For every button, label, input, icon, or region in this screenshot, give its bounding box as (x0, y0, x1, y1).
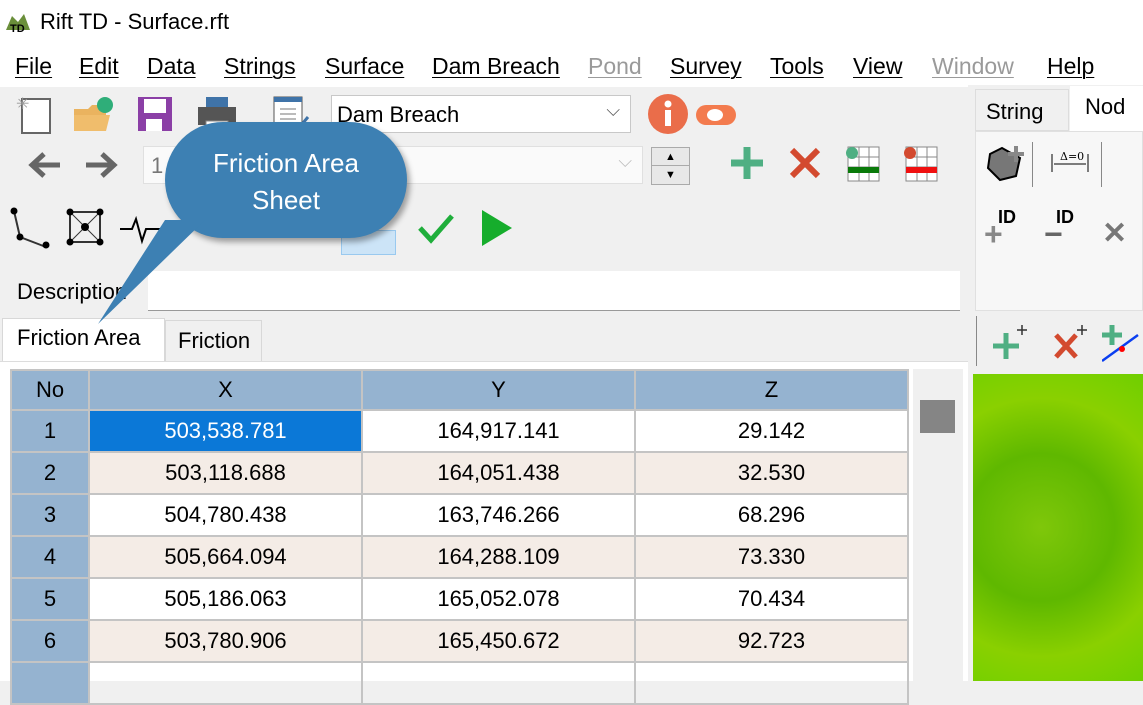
node-tools: Δ=0 ID + ID − ✕ (975, 131, 1143, 311)
column-header-y[interactable]: Y (361, 369, 636, 411)
divider (976, 316, 977, 366)
friction-area-table: No X Y Z 1 503,538.781 164,917.141 29.142 2… (10, 369, 909, 705)
polyline-icon[interactable] (8, 205, 52, 249)
menu-dam-breach[interactable]: Dam Breach (432, 53, 560, 80)
menu-tools[interactable]: Tools (770, 53, 824, 80)
record-spinner[interactable]: ▲ ▼ (651, 147, 690, 185)
cell-y[interactable]: 163,746.266 (361, 493, 636, 537)
check-icon[interactable] (416, 210, 456, 246)
cell-z[interactable]: 32.530 (634, 451, 909, 495)
row-number[interactable]: 6 (10, 619, 90, 663)
divider (1101, 142, 1102, 187)
table-row: 4 505,664.094 164,288.109 73.330 (10, 535, 909, 579)
cell-x[interactable]: 503,118.688 (88, 451, 363, 495)
row-number[interactable]: 4 (10, 535, 90, 579)
table-row: 3 504,780.438 163,746.266 68.296 (10, 493, 909, 537)
divider (1032, 142, 1033, 187)
menu-survey[interactable]: Survey (670, 53, 742, 80)
run-icon[interactable] (480, 208, 516, 248)
polygon-add-icon[interactable] (986, 144, 1028, 184)
menu-strings[interactable]: Strings (224, 53, 296, 80)
svg-text:TD: TD (10, 23, 25, 34)
minus-icon: − (1044, 216, 1063, 252)
mode-select[interactable]: Dam Breach ⌵ (331, 95, 631, 133)
cell-y[interactable]: 164,288.109 (361, 535, 636, 579)
row-number[interactable]: 2 (10, 451, 90, 495)
cell-z[interactable]: 68.296 (634, 493, 909, 537)
add-node-icon[interactable] (990, 323, 1030, 361)
title-bar: TD Rift TD - Surface.rft (0, 0, 1143, 45)
plus-icon: + (984, 216, 1003, 252)
delete-node-icon[interactable] (1050, 323, 1090, 361)
insert-node-icon[interactable] (1102, 323, 1143, 363)
save-icon[interactable] (136, 95, 176, 135)
menu-edit[interactable]: Edit (79, 53, 119, 80)
menu-surface[interactable]: Surface (325, 53, 404, 80)
table-row: 5 505,186.063 165,052.078 70.434 (10, 577, 909, 621)
back-arrow-icon[interactable] (24, 148, 64, 182)
toggle-icon[interactable] (695, 103, 737, 127)
chevron-down-icon: ⌵ (606, 100, 620, 120)
cell-x[interactable]: 503,538.781 (88, 409, 363, 453)
new-file-icon[interactable]: ✳ (14, 95, 54, 135)
cell-z[interactable]: 73.330 (634, 535, 909, 579)
spin-down-icon[interactable]: ▼ (652, 166, 689, 184)
menu-file[interactable]: File (15, 53, 52, 80)
description-input[interactable] (148, 271, 960, 311)
cell-z[interactable]: 92.723 (634, 619, 909, 663)
column-header-no[interactable]: No (10, 369, 90, 411)
cell-x[interactable]: 505,186.063 (88, 577, 363, 621)
column-header-z[interactable]: Z (634, 369, 909, 411)
cell-y[interactable]: 165,052.078 (361, 577, 636, 621)
record-select-value: 1 (151, 153, 164, 178)
equal-spacing-icon[interactable]: Δ=0 (1048, 148, 1092, 178)
menu-window: Window (932, 53, 1014, 79)
surface-map[interactable] (973, 374, 1143, 681)
info-icon[interactable] (648, 94, 690, 136)
svg-text:Δ=0: Δ=0 (1060, 150, 1084, 163)
delete-row-icon[interactable] (903, 143, 939, 183)
open-folder-icon[interactable] (72, 95, 116, 135)
svg-text:✳: ✳ (16, 96, 29, 113)
cell-x[interactable]: 505,664.094 (88, 535, 363, 579)
menu-view[interactable]: View (853, 53, 902, 80)
scrollbar-thumb[interactable] (920, 400, 955, 433)
cell-z[interactable]: 70.434 (634, 577, 909, 621)
row-number[interactable]: 1 (10, 409, 90, 453)
cell-y[interactable]: 164,051.438 (361, 451, 636, 495)
spin-up-icon[interactable]: ▲ (652, 148, 689, 166)
cell-x[interactable]: 503,780.906 (88, 619, 363, 663)
row-number[interactable]: 3 (10, 493, 90, 537)
forward-arrow-icon[interactable] (82, 148, 122, 182)
cell-x[interactable]: 504,780.438 (88, 493, 363, 537)
table-row: 6 503,780.906 165,450.672 92.723 (10, 619, 909, 663)
table-row: 2 503,118.688 164,051.438 32.530 (10, 451, 909, 495)
cell-y[interactable]: 165,450.672 (361, 619, 636, 663)
menu-help[interactable]: Help (1047, 53, 1094, 80)
menu-bar: File Edit Data Strings Surface Dam Breac… (0, 45, 1143, 87)
column-header-x[interactable]: X (88, 369, 363, 411)
delete-id-icon[interactable]: ✕ (1102, 216, 1127, 251)
table-row: 1 503,538.781 164,917.141 29.142 (10, 409, 909, 453)
add-icon[interactable] (729, 145, 765, 181)
chevron-down-icon: ⌵ (618, 151, 632, 171)
table-row (10, 661, 909, 705)
cell-z[interactable]: 29.142 (634, 409, 909, 453)
window-title: Rift TD - Surface.rft (40, 9, 230, 34)
callout-line-1: Friction Area (213, 148, 359, 178)
add-row-icon[interactable] (845, 143, 881, 183)
tab-node[interactable]: Nod (1070, 86, 1143, 131)
cell-y[interactable]: 164,917.141 (361, 409, 636, 453)
row-number[interactable]: 5 (10, 577, 90, 621)
tab-string[interactable]: String (975, 89, 1069, 131)
delete-icon[interactable] (789, 147, 821, 179)
callout-pointer (98, 220, 205, 324)
menu-data[interactable]: Data (147, 53, 196, 80)
app-logo-icon: TD (6, 14, 30, 34)
menu-pond: Pond (588, 53, 642, 79)
